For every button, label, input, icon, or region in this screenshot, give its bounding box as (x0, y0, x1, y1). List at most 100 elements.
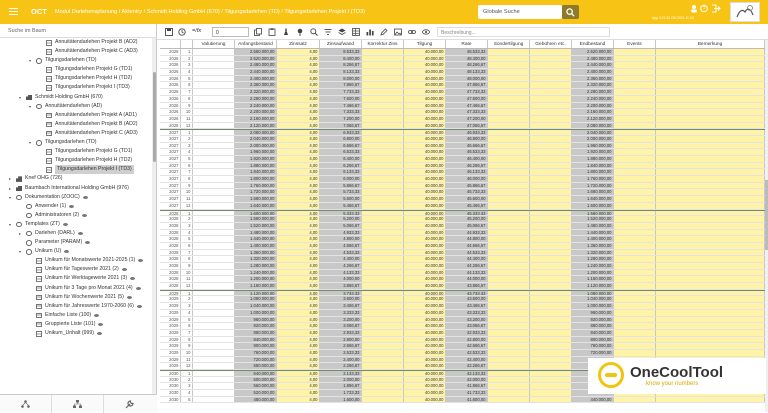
cell-korrektur-zins[interactable] (362, 376, 404, 383)
tree-item[interactable]: Annuitätendarlehen Projekt B (AD2) (0, 120, 152, 129)
cell-valutierung[interactable] (193, 182, 235, 189)
cell-korrektur-zins[interactable] (362, 283, 404, 289)
cell-anfangsbestand[interactable]: 1.040.000,00 (235, 303, 277, 309)
cell-valutierung[interactable] (193, 196, 235, 202)
cell-events[interactable] (614, 202, 656, 209)
cell-sondertilgung[interactable] (488, 323, 530, 329)
cell-tilgung[interactable]: 40.000,00 (404, 169, 446, 176)
tree-item[interactable]: Unikum für Werktagewerte 2021 (3) (0, 274, 152, 283)
cell-gebuehren[interactable] (530, 256, 572, 262)
cell-zinsaufwand[interactable]: 8.000,00 (320, 75, 362, 82)
cell-rate[interactable]: 46.800,00 (446, 135, 488, 142)
cell-zinssatz[interactable]: 4,00 (277, 316, 320, 323)
cell-valutierung[interactable] (193, 290, 235, 296)
cell-zinsaufwand[interactable]: 2.533,33 (320, 349, 362, 356)
description-input[interactable]: Beschreibung... (437, 27, 610, 37)
cell-tilgung[interactable]: 40.000,00 (404, 269, 446, 276)
cell-rate[interactable]: 48.133,33 (446, 69, 488, 75)
cell-zinssatz[interactable]: 4,00 (277, 142, 320, 149)
cell-korrektur-zins[interactable] (362, 329, 404, 336)
cell-gebuehren[interactable] (530, 390, 572, 396)
cell-korrektur-zins[interactable] (362, 109, 404, 115)
cell-korrektur-zins[interactable] (362, 290, 404, 296)
cell-bemerkung[interactable] (656, 329, 765, 336)
cell-tilgung[interactable]: 40.000,00 (404, 363, 446, 369)
cell-zinsaufwand[interactable]: 8.133,33 (320, 69, 362, 75)
cell-sondertilgung[interactable] (488, 303, 530, 309)
cell-zinssatz[interactable]: 4,00 (277, 290, 320, 296)
cell-anfangsbestand[interactable]: 2.120.000,00 (235, 122, 277, 129)
tree-item[interactable]: Anwender (1) (0, 202, 152, 211)
cell-gebuehren[interactable] (530, 371, 572, 376)
cell-valutierung[interactable] (193, 383, 235, 390)
cell-events[interactable] (614, 182, 656, 189)
cell-valutierung[interactable] (193, 249, 235, 256)
global-search-input[interactable]: Globale Suche (478, 5, 562, 19)
cell-zinsaufwand[interactable]: 7.200,00 (320, 115, 362, 122)
cell-korrektur-zins[interactable] (362, 189, 404, 196)
visibility-icon[interactable] (130, 277, 135, 281)
cell-sondertilgung[interactable] (488, 349, 530, 356)
cell-zinssatz[interactable]: 4,00 (277, 356, 320, 363)
cell-anfangsbestand[interactable]: 1.960.000,00 (235, 149, 277, 155)
pin-icon[interactable] (296, 28, 304, 36)
cell-bemerkung[interactable] (656, 229, 765, 236)
cell-zinssatz[interactable]: 4,00 (277, 69, 320, 75)
visibility-icon[interactable] (122, 268, 127, 272)
visibility-icon[interactable] (137, 304, 142, 308)
cell-rate[interactable]: 43.333,33 (446, 309, 488, 316)
cell-valutierung[interactable] (193, 329, 235, 336)
cell-valutierung[interactable] (193, 376, 235, 383)
formula-toggle[interactable]: =/fx (192, 28, 201, 34)
tree-item[interactable]: Tilgungsdarlehen Projekt H (TD2) (0, 156, 152, 165)
cell-sondertilgung[interactable] (488, 376, 530, 383)
cell-endbestand[interactable]: 2.440.000,00 (572, 62, 614, 69)
cell-rate[interactable]: 48.400,00 (446, 55, 488, 62)
cell-rate[interactable]: 45.866,67 (446, 182, 488, 189)
cell-events[interactable] (614, 236, 656, 242)
cell-sondertilgung[interactable] (488, 269, 530, 276)
cell-sondertilgung[interactable] (488, 196, 530, 202)
cell-zinsaufwand[interactable]: 4.933,33 (320, 229, 362, 236)
cell-endbestand[interactable]: 1.400.000,00 (572, 236, 614, 242)
cell-korrektur-zins[interactable] (362, 343, 404, 349)
cell-sondertilgung[interactable] (488, 102, 530, 109)
cell-sondertilgung[interactable] (488, 49, 530, 55)
cell-rate[interactable]: 42.000,00 (446, 376, 488, 383)
cell-tilgung[interactable]: 40.000,00 (404, 349, 446, 356)
cell-rate[interactable]: 45.733,33 (446, 189, 488, 196)
cell-valutierung[interactable] (193, 216, 235, 222)
cell-rate[interactable]: 42.933,33 (446, 329, 488, 336)
cell-zinssatz[interactable]: 4,00 (277, 371, 320, 376)
cell-zinssatz[interactable]: 4,00 (277, 182, 320, 189)
cell-anfangsbestand[interactable]: 2.240.000,00 (235, 102, 277, 109)
cell-tilgung[interactable]: 40.000,00 (404, 303, 446, 309)
cell-bemerkung[interactable] (656, 169, 765, 176)
cell-rate[interactable]: 44.400,00 (446, 256, 488, 262)
cell-korrektur-zins[interactable] (362, 371, 404, 376)
cell-events[interactable] (614, 102, 656, 109)
cell-valutierung[interactable] (193, 176, 235, 182)
cell-anfangsbestand[interactable]: 840.000,00 (235, 336, 277, 343)
layers-icon[interactable] (338, 28, 346, 36)
cell-zinssatz[interactable]: 4,00 (277, 222, 320, 229)
cell-sondertilgung[interactable] (488, 363, 530, 369)
cell-sondertilgung[interactable] (488, 216, 530, 222)
cell-tilgung[interactable]: 40.000,00 (404, 296, 446, 303)
visibility-icon[interactable] (94, 313, 99, 317)
cell-endbestand[interactable]: 1.840.000,00 (572, 162, 614, 169)
cell-gebuehren[interactable] (530, 396, 572, 403)
cell-events[interactable] (614, 303, 656, 309)
cell-zinssatz[interactable]: 4,00 (277, 196, 320, 202)
cell-bemerkung[interactable] (656, 109, 765, 115)
visibility-icon[interactable] (83, 195, 88, 199)
cell-zinssatz[interactable]: 4,00 (277, 156, 320, 162)
cell-tilgung[interactable]: 40.000,00 (404, 156, 446, 162)
column-header-rate[interactable]: Rate (446, 40, 488, 48)
cell-endbestand[interactable]: 1.320.000,00 (572, 249, 614, 256)
cell-korrektur-zins[interactable] (362, 323, 404, 329)
cell-rate[interactable]: 47.600,00 (446, 95, 488, 102)
tree-item[interactable]: Annuitätendarlehen Projekt B (AD2) (0, 38, 152, 47)
cell-anfangsbestand[interactable]: 2.360.000,00 (235, 82, 277, 89)
cell-anfangsbestand[interactable]: 2.000.000,00 (235, 142, 277, 149)
